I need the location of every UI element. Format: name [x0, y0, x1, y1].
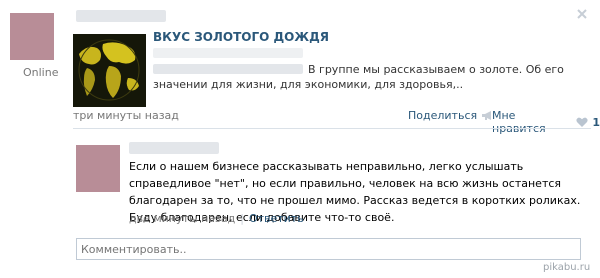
- comment-meta: две минуты назад | Ответить: [129, 212, 304, 225]
- like-button[interactable]: Мне нравится 1: [492, 109, 600, 135]
- share-button[interactable]: Поделиться: [408, 109, 495, 122]
- comment-time[interactable]: две минуты назад: [129, 212, 235, 225]
- close-icon[interactable]: [575, 7, 589, 21]
- commenter-avatar[interactable]: [76, 145, 120, 192]
- post-time[interactable]: три минуты назад: [73, 109, 179, 122]
- watermark: pikabu.ru: [543, 262, 591, 273]
- snippet-line1-prefix-blurred: [153, 64, 303, 74]
- group-title[interactable]: ВКУС ЗОЛОТОГО ДОЖДЯ: [153, 30, 329, 44]
- like-count: 1: [592, 115, 600, 129]
- snippet-line1-blurred: [153, 48, 303, 58]
- snippet-line1: В группе мы рассказываем о золоте. Об ег…: [308, 63, 564, 76]
- group-thumbnail[interactable]: [73, 34, 146, 107]
- share-label: Поделиться: [408, 109, 478, 122]
- like-label: Мне нравится: [492, 109, 546, 135]
- reply-link[interactable]: Ответить: [249, 212, 304, 225]
- divider: [73, 128, 591, 129]
- online-status: Online: [23, 66, 59, 79]
- snippet-line2: значении для жизни, для экономики, для з…: [153, 78, 464, 91]
- commenter-name-blurred[interactable]: [129, 142, 219, 154]
- author-avatar[interactable]: [10, 13, 54, 60]
- author-name-blurred[interactable]: [76, 10, 166, 22]
- comment-input[interactable]: [76, 238, 581, 260]
- meta-separator: |: [240, 212, 244, 225]
- heart-icon: [576, 117, 588, 128]
- world-map-icon: [73, 34, 146, 107]
